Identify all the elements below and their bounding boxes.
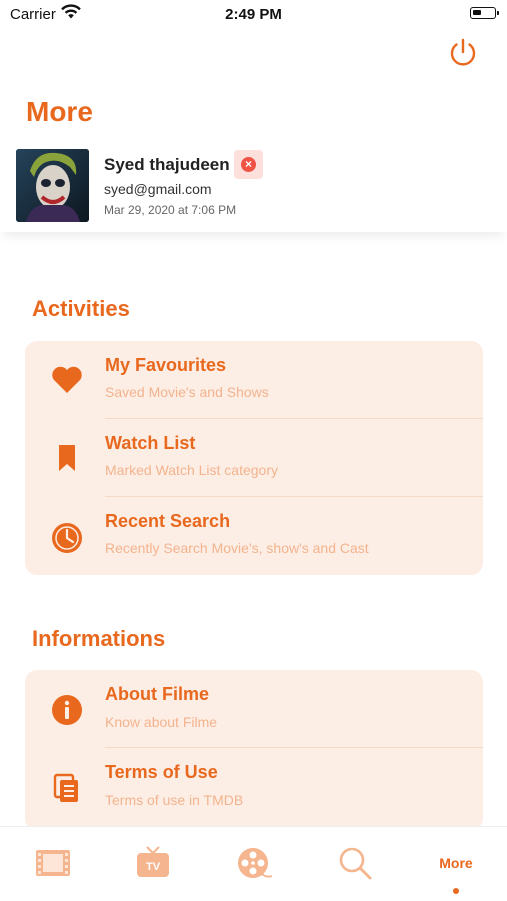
battery-icon (470, 7, 499, 19)
menu-item-subtitle: Know about Filme (105, 714, 218, 730)
film-strip-icon[interactable] (33, 843, 73, 883)
clock-time: 2:49 PM (225, 6, 282, 23)
informations-heading: Informations (32, 626, 166, 651)
active-tab-indicator (453, 888, 459, 894)
profile-date: Mar 29, 2020 at 7:06 PM (104, 203, 237, 217)
profile-name: Syed thajudeen (104, 155, 230, 174)
page-title: More (26, 96, 93, 127)
info-icon (52, 695, 82, 725)
bookmark-icon (59, 445, 75, 471)
menu-item-title: Watch List (105, 433, 196, 453)
menu-item-about-filme[interactable]: About Filme Know about Filme (25, 670, 483, 748)
menu-item-title: Terms of Use (105, 762, 218, 782)
document-icon (53, 773, 78, 802)
close-icon: × (241, 157, 256, 172)
avatar[interactable] (16, 149, 89, 222)
tab-bar: TV More (0, 826, 507, 901)
remove-account-button[interactable]: × (234, 150, 263, 179)
film-reel-icon[interactable] (234, 843, 274, 883)
tv-icon[interactable]: TV (133, 843, 173, 883)
avatar-image (16, 149, 89, 222)
menu-item-subtitle: Marked Watch List category (105, 462, 278, 478)
menu-item-title: My Favourites (105, 355, 227, 375)
menu-item-subtitle: Terms of use in TMDB (105, 792, 244, 808)
tab-more[interactable]: More (428, 855, 484, 871)
menu-item-watch-list[interactable]: Watch List Marked Watch List category (25, 419, 483, 497)
menu-item-title: About Filme (105, 684, 209, 704)
informations-card: About Filme Know about Filme Terms of Us… (25, 670, 483, 830)
menu-item-title: Recent Search (105, 511, 231, 531)
activities-card: My Favourites Saved Movie's and Shows Wa… (25, 341, 483, 575)
menu-item-my-favourites[interactable]: My Favourites Saved Movie's and Shows (25, 341, 483, 419)
menu-item-subtitle: Saved Movie's and Shows (105, 384, 269, 400)
status-bar: Carrier 2:49 PM (0, 0, 507, 30)
power-icon[interactable] (446, 36, 480, 70)
clock-icon (52, 523, 82, 553)
profile-email: syed@gmail.com (104, 181, 212, 197)
menu-item-recent-search[interactable]: Recent Search Recently Search Movie's, s… (25, 497, 483, 575)
menu-item-subtitle: Recently Search Movie's, show's and Cast (105, 540, 369, 556)
search-icon[interactable] (335, 843, 375, 883)
activities-heading: Activities (32, 296, 130, 321)
menu-item-terms-of-use[interactable]: Terms of Use Terms of use in TMDB (25, 748, 483, 826)
heart-icon (52, 366, 82, 393)
svg-text:TV: TV (146, 861, 161, 873)
